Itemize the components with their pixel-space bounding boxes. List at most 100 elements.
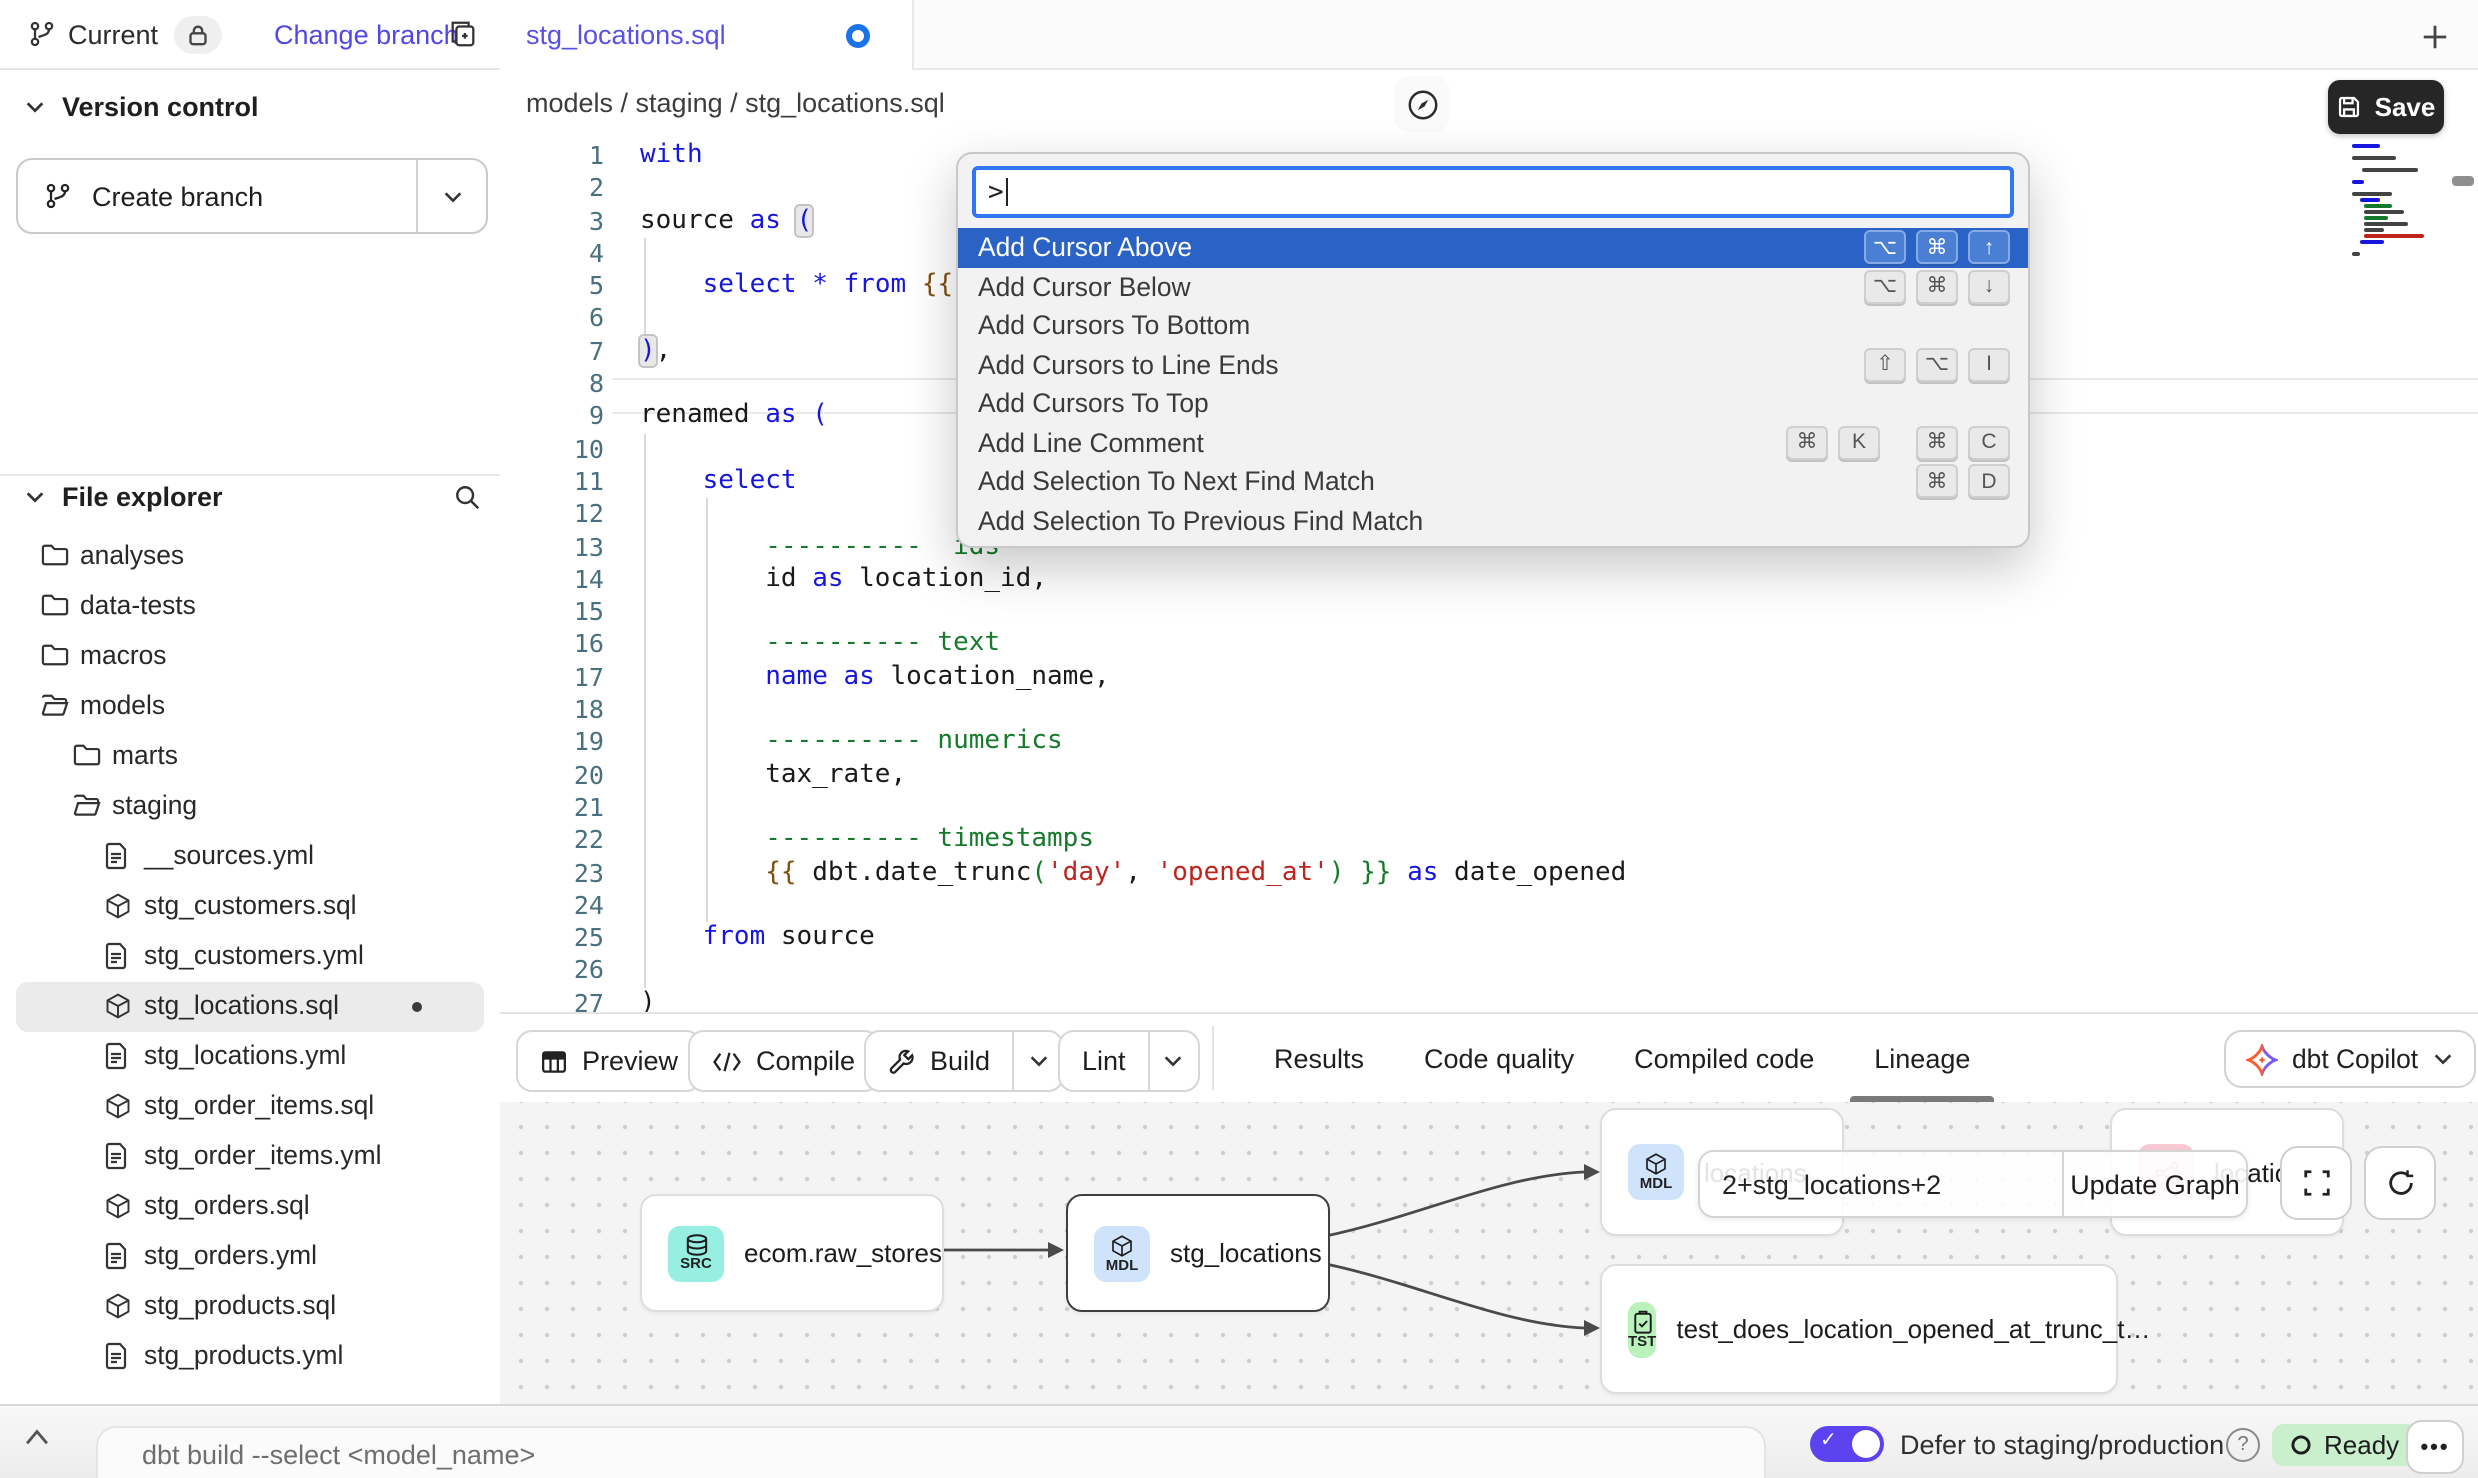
tab-lineage[interactable]: Lineage [1870,1014,1974,1102]
palette-item-add-cursor-above[interactable]: Add Cursor Above⌥⌘↑ [958,228,2028,267]
refresh-button[interactable] [2364,1146,2436,1220]
file-item-stg-order-items-sql[interactable]: stg_order_items.sql [0,1082,500,1132]
change-branch-link[interactable]: Change branch [274,20,459,50]
palette-item-label: Add Cursors To Top [978,389,2010,419]
file-item-stg-locations-yml[interactable]: stg_locations.yml [0,1032,500,1082]
more-options-button[interactable]: ••• [2406,1420,2464,1474]
palette-item-label: Add Selection To Previous Find Match [978,506,2010,536]
palette-item-add-cursors-to-line-ends[interactable]: Add Cursors to Line Ends⇧⌥I [958,345,2028,384]
palette-item-add-cursors-to-bottom[interactable]: Add Cursors To Bottom [958,306,2028,345]
code-line-17: name as location_name, [640,662,1626,695]
file-item-stg-products-yml[interactable]: stg_products.yml [0,1332,500,1382]
palette-item-label: Add Cursor Above [978,233,1864,263]
lineage-selector: 2+stg_locations+2 Update Graph [1698,1150,2248,1218]
file-item-macros[interactable]: macros [0,632,500,682]
create-branch-button[interactable]: Create branch [16,158,488,234]
palette-item-add-selection-to-next-find-match[interactable]: Add Selection To Next Find Match⌘D [958,462,2028,501]
ready-label: Ready [2324,1430,2399,1460]
lineage-node-stg-locations[interactable]: MDL stg_locations [1066,1194,1330,1312]
file-item-marts[interactable]: marts [0,732,500,782]
file-search-icon[interactable] [452,482,482,512]
key-badge: ⇧ [1864,348,1906,382]
expand-console-chevron[interactable] [24,1428,50,1446]
lint-dropdown[interactable] [1150,1050,1198,1072]
code-line-18 [640,694,1626,727]
create-branch-dropdown[interactable] [418,185,486,207]
table-icon [540,1047,568,1075]
file-explorer-section[interactable]: File explorer [24,482,223,512]
key-badge: ⌘ [1916,426,1958,460]
file-item-data-tests[interactable]: data-tests [0,582,500,632]
dbt-copilot-button[interactable]: dbt Copilot [2224,1030,2476,1088]
file-item-stg-customers-sql[interactable]: stg_customers.sql [0,882,500,932]
tab-stg-locations-sql[interactable]: stg_locations.sql [500,0,914,70]
key-badge: ⌘ [1786,426,1828,460]
lineage-canvas[interactable]: SRC ecom.raw_stores MDL stg_locations MD… [500,1102,2478,1404]
tab-code-quality[interactable]: Code quality [1420,1014,1578,1102]
file-item-stg-locations-sql[interactable]: stg_locations.sql [16,982,484,1032]
scrollbar-thumb[interactable] [2452,176,2474,186]
help-icon[interactable]: ? [2226,1428,2260,1462]
code-line-15 [640,596,1626,629]
model-icon [104,992,132,1020]
file-item-stg-orders-sql[interactable]: stg_orders.sql [0,1182,500,1232]
file-item-models[interactable]: models [0,682,500,732]
copilot-pinwheel-icon [2246,1043,2278,1075]
new-tab-button[interactable] [2412,14,2456,58]
file-item-analyses[interactable]: analyses [0,532,500,582]
file-label: analyses [80,540,184,570]
lineage-node-source[interactable]: SRC ecom.raw_stores [640,1194,944,1312]
file-item-stg-order-items-yml[interactable]: stg_order_items.yml [0,1132,500,1182]
result-tabs: Results Code quality Compiled code Lineage [1270,1014,1974,1102]
shortcut-keys: ⌥⌘↓ [1864,270,2010,304]
file-label: __sources.yml [144,840,314,870]
file-item--sources-yml[interactable]: __sources.yml [0,832,500,882]
copy-branch-icon[interactable] [448,18,478,48]
tab-compiled-code[interactable]: Compiled code [1630,1014,1818,1102]
shortcut-keys: ⌥⌘↑ [1864,231,2010,265]
file-icon [104,1142,128,1170]
preview-button[interactable]: Preview [516,1030,702,1092]
save-button[interactable]: Save [2328,80,2444,134]
file-icon [104,1242,128,1270]
palette-item-label: Add Selection To Next Find Match [978,467,1916,497]
tab-results[interactable]: Results [1270,1014,1368,1102]
command-input[interactable]: dbt build --select <model_name> [96,1426,1766,1478]
palette-item-add-cursors-to-top[interactable]: Add Cursors To Top [958,384,2028,423]
defer-toggle[interactable]: ✓ [1810,1426,1884,1462]
toggle-knob [1852,1430,1880,1458]
cube-icon [1644,1152,1668,1176]
fullscreen-button[interactable] [2280,1146,2352,1220]
file-item-stg-orders-yml[interactable]: stg_orders.yml [0,1232,500,1282]
git-branch-icon [44,182,72,210]
update-graph-button[interactable]: Update Graph [2064,1152,2246,1216]
folder-icon [40,642,70,668]
file-explorer-title: File explorer [62,482,223,512]
palette-item-add-cursor-below[interactable]: Add Cursor Below⌥⌘↓ [958,267,2028,306]
compile-label: Compile [756,1046,855,1076]
model-icon [104,1192,132,1220]
version-control-section[interactable]: Version control [24,92,259,122]
palette-item-add-selection-to-previous-find-match[interactable]: Add Selection To Previous Find Match [958,501,2028,540]
minimap[interactable] [2352,144,2424,258]
command-palette: > Add Cursor Above⌥⌘↑Add Cursor Below⌥⌘↓… [956,152,2030,548]
ready-status-badge[interactable]: Ready [2272,1424,2417,1466]
lint-button[interactable]: Lint [1058,1030,1200,1092]
file-item-staging[interactable]: staging [0,782,500,832]
key-badge: K [1838,426,1880,460]
key-badge: ↑ [1968,231,2010,265]
compile-button[interactable]: Compile [688,1030,879,1092]
build-dropdown[interactable] [1014,1050,1062,1072]
lineage-node-test[interactable]: TST test_does_location_opened_at_trunc_t… [1600,1264,2118,1394]
command-palette-input[interactable]: > [972,166,2014,218]
navigate-compass-icon[interactable] [1394,76,1450,132]
file-item-stg-products-sql[interactable]: stg_products.sql [0,1282,500,1332]
build-button[interactable]: Build [864,1030,1064,1092]
model-icon [104,1092,132,1120]
fullscreen-icon [2301,1168,2331,1198]
file-tree: analyses data-testsmacrosmodelsmartsstagi… [0,532,500,1382]
file-item-stg-customers-yml[interactable]: stg_customers.yml [0,932,500,982]
selector-input[interactable]: 2+stg_locations+2 [1700,1152,2062,1216]
palette-item-add-line-comment[interactable]: Add Line Comment⌘K⌘C [958,423,2028,462]
model-badge: MDL [1628,1144,1684,1200]
